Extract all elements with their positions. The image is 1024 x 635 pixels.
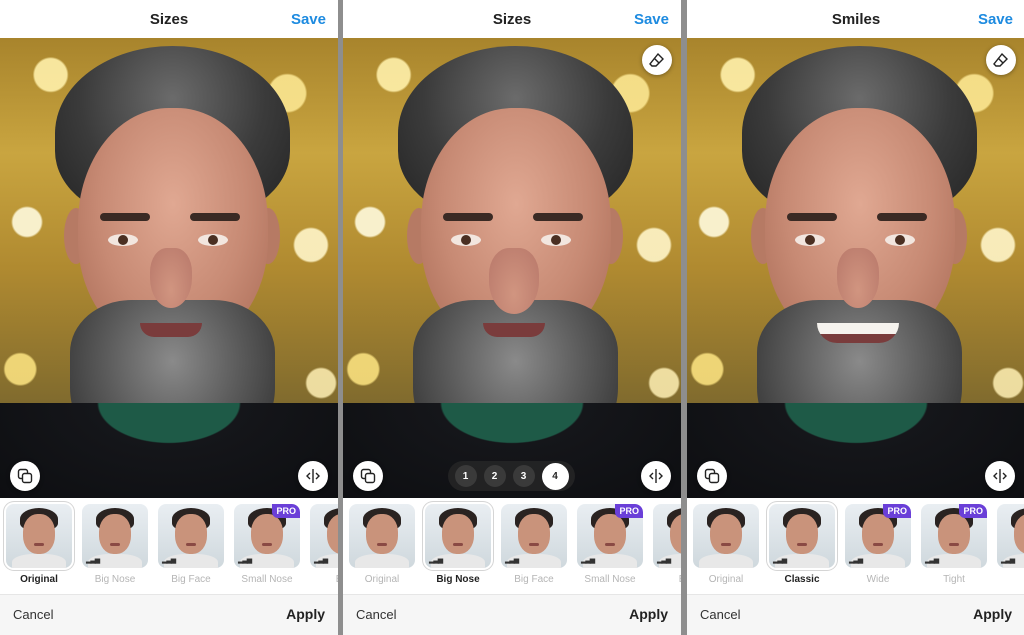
pro-badge: PRO <box>883 504 911 518</box>
pro-badge: PRO <box>959 504 987 518</box>
editor-panel-3: Smiles Save Original ▂▃▅ Classic ▂▃▅ PRO Wide ▂▃… <box>687 0 1024 635</box>
cancel-button[interactable]: Cancel <box>700 607 740 622</box>
screen-title: Sizes <box>149 11 189 28</box>
effect-label: Big Nose <box>436 574 480 585</box>
bottom-bar: Cancel Apply <box>0 594 338 635</box>
effect-label: Big Face <box>171 574 211 585</box>
editor-panel-1: Sizes Save Original ▂▃▅ Big Nose ▂▃▅ Big Face ▂… <box>0 0 338 635</box>
signal-bars-icon: ▂▃▅ <box>238 557 252 564</box>
pro-badge: PRO <box>272 504 300 518</box>
effects-strip: Original ▂▃▅ Big Nose ▂▃▅ Big Face ▂▃▅ PRO Smal… <box>343 498 681 594</box>
effect-label: Big Nose <box>94 574 136 585</box>
effect-label: Classic <box>784 574 820 585</box>
portrait-subject <box>343 38 681 498</box>
top-bar: Sizes Save <box>343 0 681 38</box>
apply-button[interactable]: Apply <box>973 606 1012 622</box>
effect-thumbnail[interactable]: ▂▃▅ <box>425 504 491 568</box>
effect-thumbnail[interactable]: ▂▃▅ PRO <box>234 504 300 568</box>
effect-thumbnail[interactable]: ▂▃▅ PRO <box>577 504 643 568</box>
pro-badge: PRO <box>615 504 643 518</box>
save-button[interactable]: Save <box>978 11 1013 28</box>
signal-bars-icon: ▂▃▅ <box>505 557 519 564</box>
cancel-button[interactable]: Cancel <box>356 607 396 622</box>
screen-title: Sizes <box>492 11 532 28</box>
effect-label: Big <box>305 574 338 585</box>
effect-thumbnail[interactable] <box>6 504 72 568</box>
effect-thumbnail[interactable]: ▂▃▅ PRO <box>921 504 987 568</box>
intensity-level-2[interactable]: 2 <box>483 465 506 487</box>
compare-icon[interactable] <box>697 461 727 491</box>
signal-bars-icon: ▂▃▅ <box>429 557 443 564</box>
effect-thumbnail[interactable] <box>693 504 759 568</box>
apply-button[interactable]: Apply <box>629 606 668 622</box>
signal-bars-icon: ▂▃▅ <box>773 557 787 564</box>
effects-strip: Original ▂▃▅ Classic ▂▃▅ PRO Wide ▂▃▅ PRO Tight ▂… <box>687 498 1024 594</box>
bottom-bar: Cancel Apply <box>343 594 681 635</box>
signal-bars-icon: ▂▃▅ <box>86 557 100 564</box>
intensity-level-1[interactable]: 1 <box>454 465 477 487</box>
intensity-level-3[interactable]: 3 <box>512 465 535 487</box>
eraser-icon[interactable] <box>642 45 672 75</box>
split-view-icon[interactable] <box>985 461 1015 491</box>
cancel-button[interactable]: Cancel <box>13 607 53 622</box>
compare-icon[interactable] <box>353 461 383 491</box>
signal-bars-icon: ▂▃▅ <box>1001 557 1015 564</box>
effect-thumbnail[interactable]: ▂▃▅ <box>997 504 1024 568</box>
effect-label: Original <box>708 574 744 585</box>
effect-label: Wide <box>866 574 890 585</box>
effect-label: Original <box>20 574 58 585</box>
effect-label: Big Face <box>514 574 554 585</box>
effect-thumbnail[interactable] <box>349 504 415 568</box>
effect-label: Original <box>364 574 400 585</box>
effect-label: Big <box>648 574 681 585</box>
portrait-subject <box>0 38 338 498</box>
effect-thumbnail[interactable]: ▂▃▅ <box>653 504 681 568</box>
split-view-icon[interactable] <box>641 461 671 491</box>
signal-bars-icon: ▂▃▅ <box>925 557 939 564</box>
compare-icon[interactable] <box>10 461 40 491</box>
effect-thumbnail[interactable]: ▂▃▅ <box>310 504 338 568</box>
apply-button[interactable]: Apply <box>286 606 325 622</box>
portrait-photo <box>687 38 1024 498</box>
effect-thumbnail[interactable]: ▂▃▅ <box>82 504 148 568</box>
save-button[interactable]: Save <box>634 11 669 28</box>
intensity-level-4[interactable]: 4 <box>541 462 569 490</box>
portrait-photo <box>0 38 338 498</box>
top-bar: Sizes Save <box>0 0 338 38</box>
effects-strip: Original ▂▃▅ Big Nose ▂▃▅ Big Face ▂▃▅ PRO Smal… <box>0 498 338 594</box>
top-bar: Smiles Save <box>687 0 1024 38</box>
save-button[interactable]: Save <box>291 11 326 28</box>
signal-bars-icon: ▂▃▅ <box>314 557 328 564</box>
split-view-icon[interactable] <box>298 461 328 491</box>
effect-thumbnail[interactable]: ▂▃▅ <box>501 504 567 568</box>
intensity-selector: 1234 <box>448 461 575 491</box>
effect-label: Tight <box>943 574 965 585</box>
effect-thumbnail[interactable]: ▂▃▅ PRO <box>845 504 911 568</box>
signal-bars-icon: ▂▃▅ <box>581 557 595 564</box>
effect-label: Small Nose <box>241 574 293 585</box>
effect-thumbnail[interactable]: ▂▃▅ <box>769 504 835 568</box>
effect-label: Cl <box>992 574 1024 585</box>
effect-thumbnail[interactable]: ▂▃▅ <box>158 504 224 568</box>
portrait-subject <box>687 38 1024 498</box>
bottom-bar: Cancel Apply <box>687 594 1024 635</box>
signal-bars-icon: ▂▃▅ <box>657 557 671 564</box>
signal-bars-icon: ▂▃▅ <box>162 557 176 564</box>
editor-panel-2: Sizes Save 1 2 3 4 Original ▂▃▅ Big Nose ▂▃▅ Big F… <box>343 0 681 635</box>
portrait-photo <box>343 38 681 498</box>
signal-bars-icon: ▂▃▅ <box>849 557 863 564</box>
effect-label: Small Nose <box>584 574 636 585</box>
screen-title: Smiles <box>831 11 881 28</box>
eraser-icon[interactable] <box>986 45 1016 75</box>
